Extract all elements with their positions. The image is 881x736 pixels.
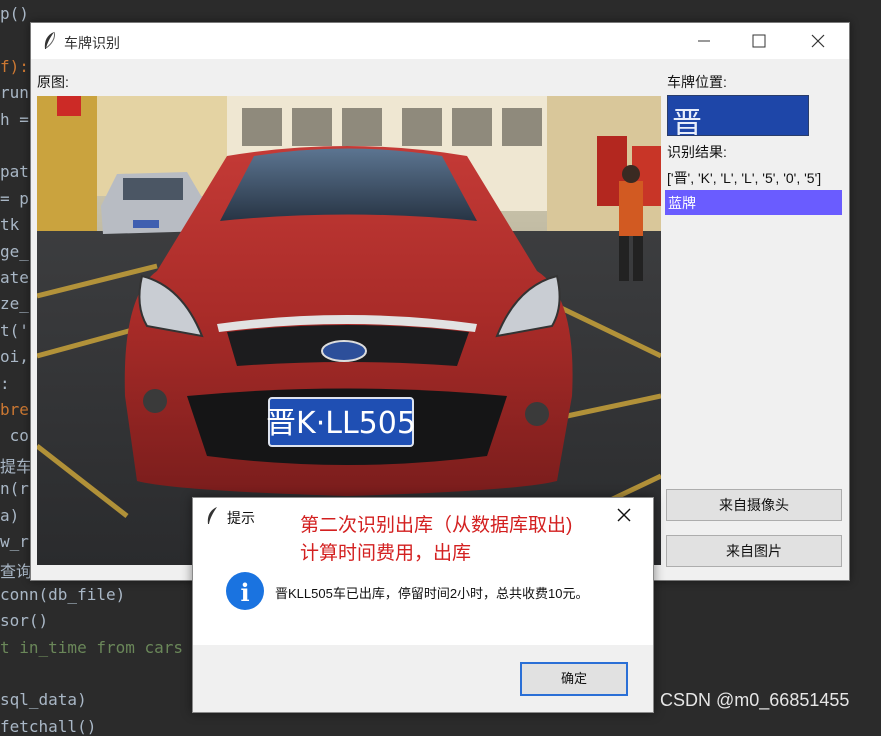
minimize-icon [698, 40, 710, 42]
car-photo: 晋K·LL505 [37, 96, 661, 565]
code-line: pat [0, 162, 29, 182]
car-plate-text: 晋K·LL505 [266, 406, 416, 441]
dialog-close-icon[interactable] [617, 508, 631, 522]
code-line: = p [0, 188, 29, 208]
code-line: ge_ [0, 241, 29, 261]
code-line: t in_time from cars [0, 637, 184, 657]
minimize-button[interactable] [681, 23, 727, 59]
info-icon: i [226, 572, 264, 610]
code-line: 提车 [0, 456, 33, 476]
annotation-text: 第二次识别出库（从数据库取出) 计算时间费用，出库 [300, 512, 572, 568]
code-line: w_r [0, 532, 29, 551]
code-line: n(r [0, 479, 29, 499]
feather-icon [207, 507, 217, 524]
plate-crop-image: 晋K·LL505 [667, 95, 809, 136]
code-line: : [0, 373, 10, 393]
code-line: t(' [0, 320, 29, 340]
code-line: conn(db_file) [0, 584, 126, 604]
code-line: p() [0, 4, 29, 23]
code-line: run [0, 83, 29, 103]
info-dialog: 提示 第二次识别出库（从数据库取出) 计算时间费用，出库 i 晋KLL505车已… [192, 497, 654, 713]
code-line: h = [0, 109, 29, 129]
from-camera-button[interactable]: 来自摄像头 [666, 489, 842, 521]
code-line: ate [0, 268, 29, 287]
maximize-icon [752, 34, 766, 48]
dialog-body: 提示 第二次识别出库（从数据库取出) 计算时间费用，出库 i 晋KLL505车已… [193, 498, 653, 645]
code-line: oi, [0, 347, 29, 367]
code-line: fetchall() [0, 716, 97, 736]
close-icon [811, 34, 825, 48]
plate-color-result: 蓝牌 [665, 190, 842, 215]
close-button[interactable] [795, 23, 841, 59]
window-title: 车牌识别 [64, 35, 120, 51]
code-line: bre [0, 400, 29, 419]
result-value: ['晋', 'K', 'L', 'L', '5', '0', '5'] [667, 170, 822, 186]
maximize-button[interactable] [736, 23, 782, 59]
code-line: 查询 [0, 562, 33, 582]
feather-icon [44, 31, 55, 49]
code-line: f): [0, 56, 29, 76]
original-image-label: 原图: [37, 74, 69, 90]
plate-color-text: 蓝牌 [668, 195, 696, 211]
ok-button[interactable]: 确定 [520, 662, 628, 696]
code-line: sql_data) [0, 690, 87, 710]
dialog-title: 提示 [227, 510, 255, 526]
csdn-watermark: CSDN @m0_66851455 [660, 690, 850, 710]
code-line: ze_ [0, 294, 29, 314]
code-line: tk [0, 215, 20, 235]
from-image-button[interactable]: 来自图片 [666, 535, 842, 567]
code-line: sor() [0, 611, 49, 631]
window-titlebar[interactable]: 车牌识别 [31, 23, 849, 59]
original-image: 晋K·LL505 [37, 96, 661, 565]
result-label: 识别结果: [667, 144, 727, 160]
annotation-line-1: 第二次识别出库（从数据库取出) [300, 515, 573, 536]
code-line: a) [0, 505, 20, 525]
plate-position-label: 车牌位置: [667, 74, 727, 90]
dialog-message: 晋KLL505车已出库，停留时间2小时，总共收费10元。 [275, 586, 589, 601]
code-line: co [0, 426, 29, 446]
annotation-line-2: 计算时间费用，出库 [300, 543, 472, 564]
plate-crop-text: 晋K·LL505 [672, 106, 702, 136]
